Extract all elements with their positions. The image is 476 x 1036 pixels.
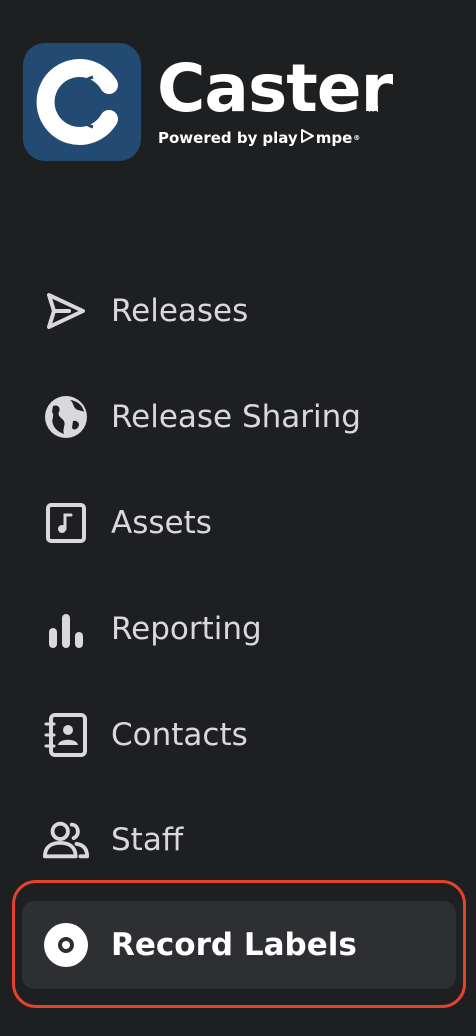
powered-by-line: Powered by play mpe ® <box>158 128 360 148</box>
brand-header[interactable]: Caster TM Powered by play mpe ® <box>23 43 423 163</box>
nav-item-staff[interactable]: Staff <box>22 796 456 884</box>
play-triangle-icon <box>300 128 314 148</box>
sidebar: Caster TM Powered by play mpe ® Releases <box>0 0 476 1036</box>
brand-trademark: TM <box>367 105 379 114</box>
partner-play-label: play <box>262 129 298 147</box>
nav-label-releases: Releases <box>111 293 249 329</box>
address-book-icon <box>42 711 90 759</box>
partner-mpe-label: mpe <box>315 129 353 147</box>
nav-label-staff: Staff <box>111 822 184 858</box>
bar-chart-icon <box>42 605 90 653</box>
nav-item-record-labels[interactable]: Record Labels <box>22 901 456 989</box>
brand-name: Caster <box>157 50 393 127</box>
nav-label-assets: Assets <box>111 505 212 541</box>
nav-label-contacts: Contacts <box>111 717 248 753</box>
powered-by-label: Powered by <box>158 129 258 147</box>
music-file-icon <box>42 499 90 547</box>
nav-label-record-labels: Record Labels <box>111 927 357 963</box>
users-icon <box>42 816 90 864</box>
caster-logo-icon <box>23 43 141 161</box>
nav-label-reporting: Reporting <box>111 611 262 647</box>
nav-item-reporting[interactable]: Reporting <box>22 585 456 673</box>
vinyl-record-icon <box>42 921 90 969</box>
send-icon <box>42 287 90 335</box>
nav-item-assets[interactable]: Assets <box>22 479 456 567</box>
nav-label-release-sharing: Release Sharing <box>111 399 361 435</box>
globe-icon <box>42 393 90 441</box>
nav-item-contacts[interactable]: Contacts <box>22 691 456 779</box>
nav-item-release-sharing[interactable]: Release Sharing <box>22 373 456 461</box>
nav-item-releases[interactable]: Releases <box>22 267 456 355</box>
registered-mark: ® <box>353 134 361 142</box>
